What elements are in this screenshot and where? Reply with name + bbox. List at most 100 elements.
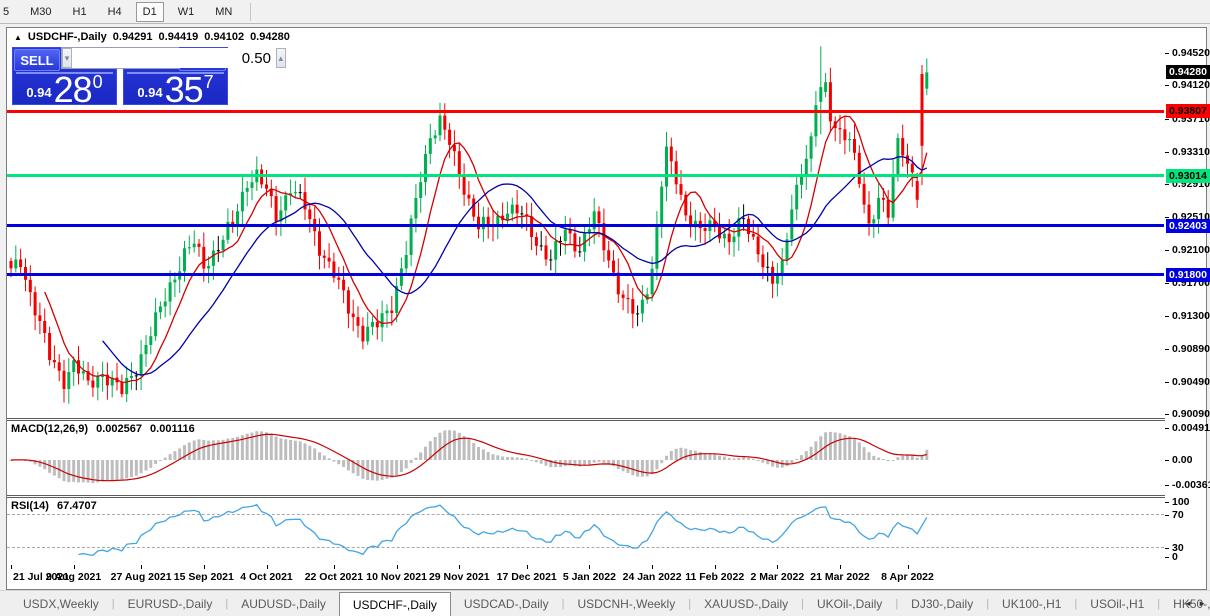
horizontal-line-0.92403[interactable] [7, 224, 1164, 228]
date-label: 29 Nov 2021 [428, 571, 490, 583]
date-tick [526, 565, 528, 569]
price-label-0.92100: 0.92100 [1172, 244, 1210, 257]
tab-usdcad-daily[interactable]: USDCAD-,Daily [451, 591, 562, 616]
main-chart-pane[interactable]: ▲ USDCHF-,Daily 0.94291 0.94419 0.94102 0.942… [7, 28, 1166, 418]
volume-input[interactable] [71, 48, 276, 68]
quote-open: 0.94291 [112, 31, 153, 43]
price-label-0.93310: 0.93310 [1172, 145, 1210, 158]
date-tick [840, 565, 841, 569]
price-badge-0.94280: 0.94280 [1166, 65, 1210, 80]
date-label: 5 Jan 2022 [562, 571, 616, 583]
sell-price-small: 0.94 [26, 85, 52, 100]
timeframe-button-mn[interactable]: MN [208, 2, 239, 22]
collapse-icon[interactable]: ▲ [14, 33, 22, 42]
sell-price-big: 28 [53, 69, 93, 110]
date-tick [396, 565, 398, 569]
axis-tick [1165, 381, 1169, 383]
tab-usoil-h1[interactable]: USOil-,H1 [1077, 591, 1157, 616]
axis-tick [1165, 52, 1169, 54]
timeframe-button-d1[interactable]: D1 [135, 1, 164, 22]
axis-tick [1165, 485, 1169, 486]
rsi-pane[interactable]: RSI(14) 67.4707 [7, 498, 1166, 565]
sell-price-sup: 0 [92, 72, 103, 92]
axis-tick [1165, 502, 1169, 503]
date-label: 10 Nov 2021 [366, 571, 427, 583]
price-label-0.91300: 0.91300 [1172, 309, 1210, 322]
rsi-chart [78, 503, 928, 557]
price-label-0.90090: 0.90090 [1172, 408, 1210, 421]
date-tick [73, 565, 75, 569]
quote-close: 0.94280 [250, 31, 290, 43]
chart-tab-bar: USDX,Weekly | EURUSD-,Daily | AUDUSD-,Daily U… [0, 590, 1210, 616]
axis-tick [1165, 315, 1169, 317]
macd-pane[interactable]: MACD(12,26,9) 0.002567 0.001116 [7, 421, 1166, 495]
tab-xauusd-daily[interactable]: XAUUSD-,Daily [691, 591, 801, 616]
tab-audusd-daily[interactable]: AUDUSD-,Daily [228, 591, 339, 616]
timeframe-button-h1[interactable]: H1 [66, 2, 94, 22]
axis-tick [1165, 349, 1169, 351]
axis-tick [1165, 184, 1169, 186]
date-label: 9 Aug 2021 [46, 571, 102, 583]
date-label: 8 Apr 2022 [881, 571, 934, 583]
buy-price-small: 0.94 [137, 85, 163, 100]
date-label: 27 Aug 2021 [110, 571, 172, 583]
volume-increase-button[interactable]: ▲ [275, 48, 286, 68]
chart-title: USDCHF-,Daily [27, 31, 107, 43]
date-tick [333, 565, 335, 569]
date-tick [652, 565, 654, 569]
price-label-0.94120: 0.94120 [1172, 79, 1210, 92]
tab-uk100-h1[interactable]: UK100-,H1 [989, 591, 1074, 616]
date-tick [777, 565, 779, 569]
chevron-down-icon: ▼ [63, 53, 71, 63]
tab-usdx-weekly[interactable]: USDX,Weekly [10, 591, 112, 616]
price-badge-0.91800: 0.91800 [1166, 267, 1210, 282]
horizontal-line-0.93014[interactable] [7, 174, 1164, 178]
date-tick [11, 565, 12, 569]
rsi-axis-label-70: 70 [1172, 509, 1184, 521]
rsi-axis-label-100: 100 [1172, 496, 1190, 508]
axis-tick [1165, 557, 1169, 558]
volume-decrease-button[interactable]: ▼ [62, 48, 72, 68]
price-badge-0.92403: 0.92403 [1166, 218, 1210, 233]
tab-ukoil-daily[interactable]: UKOil-,Daily [804, 591, 895, 616]
axis-tick [1165, 151, 1169, 153]
one-click-trade-panel: SELL 0.94 28 0 BUY 0.94 35 7 ▼ [12, 47, 286, 110]
tab-usdchf-daily[interactable]: USDCHF-,Daily [338, 592, 451, 616]
rsi-title: RSI(14) 67.4707 [11, 500, 97, 512]
chart-window: ▲ USDCHF-,Daily 0.94291 0.94419 0.94102 0.942… [6, 27, 1210, 590]
horizontal-line-0.918[interactable] [7, 273, 1164, 277]
price-badge-0.93807: 0.93807 [1166, 104, 1210, 118]
tab-eurusd-daily[interactable]: EURUSD-,Daily [115, 591, 226, 616]
buy-price-big: 35 [164, 69, 204, 110]
date-label: 22 Oct 2021 [304, 571, 364, 583]
buy-price-sup: 7 [203, 72, 214, 92]
date-label: 4 Oct 2021 [240, 571, 293, 583]
price-label-0.90490: 0.90490 [1172, 375, 1210, 388]
macd-axis-label--0.003614: -0.003614 [1172, 479, 1210, 491]
tab-scroll-left-icon[interactable]: ◄ [1184, 599, 1192, 608]
chevron-up-icon: ▲ [276, 53, 285, 63]
date-tick [266, 565, 268, 569]
timeframe-toolbar: 5 M30 H1 H4 D1 W1 MN [0, 0, 1210, 24]
tab-scroll-buttons: ◄ ► [1184, 591, 1206, 616]
date-tick [589, 565, 591, 569]
price-axis[interactable]: 0.94520 0.94120 0.93710 0.93310 0.92910 0.925… [1165, 28, 1210, 589]
quote-high: 0.94419 [158, 31, 199, 43]
date-axis[interactable]: 21 Jul 2021 9 Aug 2021 27 Aug 2021 15 Sep 2… [7, 565, 1206, 589]
macd-title: MACD(12,26,9) 0.002567 0.001116 [11, 423, 195, 435]
timeframe-button-5[interactable]: 5 [0, 2, 16, 22]
timeframe-button-w1[interactable]: W1 [171, 2, 202, 22]
tab-dj30-daily[interactable]: DJ30-,Daily [898, 591, 986, 616]
timeframe-button-h4[interactable]: H4 [101, 2, 129, 22]
volume-spinner: ▼ ▲ [61, 47, 286, 69]
tab-scroll-right-icon[interactable]: ► [1198, 599, 1206, 608]
date-tick [459, 565, 461, 569]
sell-button[interactable]: SELL [14, 49, 60, 71]
axis-tick [1165, 460, 1169, 461]
price-label-0.94520: 0.94520 [1172, 46, 1210, 59]
timeframe-button-m30[interactable]: M30 [23, 2, 58, 22]
chart-quote-line: ▲ USDCHF-,Daily 0.94291 0.94419 0.94102 0.942… [14, 31, 296, 43]
date-label: 17 Dec 2021 [496, 571, 557, 583]
tab-usdcnh-weekly[interactable]: USDCNH-,Weekly [564, 591, 688, 616]
date-tick [141, 565, 143, 569]
